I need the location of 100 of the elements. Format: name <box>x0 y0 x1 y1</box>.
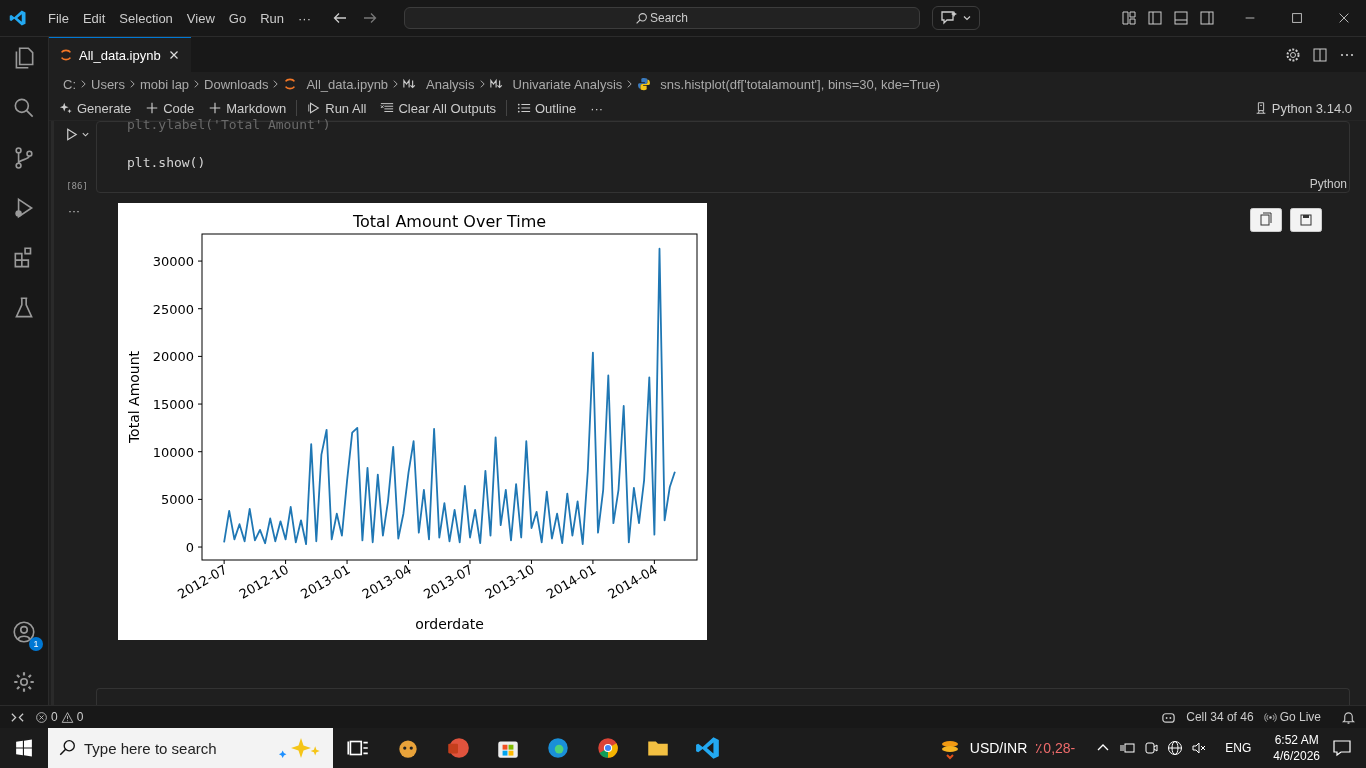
breadcrumb-item[interactable]: Downloads <box>204 76 269 92</box>
output-menu[interactable]: ··· <box>68 204 80 218</box>
chat-sparkle-icon <box>940 10 958 26</box>
toolbar-button[interactable]: Outline <box>517 100 577 116</box>
editor-tab[interactable]: All_data.ipynb <box>49 36 191 73</box>
browser-icon[interactable] <box>595 735 621 761</box>
browser-icon[interactable] <box>545 735 571 761</box>
toolbar-button[interactable]: Code <box>145 100 195 116</box>
split-editor-icon[interactable] <box>1312 46 1328 63</box>
y-tick-label: 0 <box>185 540 194 556</box>
notifications-icon[interactable] <box>1332 738 1352 758</box>
execution-count: [86] <box>66 181 88 191</box>
plus-icon <box>145 101 160 115</box>
code-cell[interactable]: plt.ylabel('Total Amount') plt.show() Python <box>96 121 1350 193</box>
toolbar-button[interactable]: Run All <box>307 100 367 116</box>
y-tick-label: 10000 <box>152 444 194 460</box>
chat-button[interactable] <box>932 6 980 30</box>
cell-position[interactable]: Cell 34 of 46 <box>1186 710 1254 724</box>
menu-item[interactable]: Selection <box>112 10 180 26</box>
clock-time[interactable]: 6:52 AM <box>1274 732 1319 748</box>
chevron-icon <box>193 79 201 89</box>
currency-change: ٪0,28- <box>1035 740 1076 756</box>
sparkle-icon <box>59 101 73 115</box>
menu-item[interactable]: File <box>41 10 76 26</box>
close-icon[interactable] <box>1337 11 1351 25</box>
notebook-icon <box>283 77 298 91</box>
input-language[interactable]: ENG <box>1225 741 1252 755</box>
warning-icon <box>60 710 74 724</box>
breadcrumb-item[interactable]: sns.histplot(df['totalamount'], bins=30, kde=True) <box>637 76 941 92</box>
forward-arrow-icon[interactable] <box>362 10 378 26</box>
caret-icon <box>962 13 972 23</box>
bell-icon[interactable] <box>1341 709 1356 725</box>
account-icon[interactable] <box>11 619 37 645</box>
run-icon <box>307 101 322 115</box>
settings-icon[interactable] <box>1285 46 1301 63</box>
menu-item[interactable]: Go <box>221 10 254 26</box>
chevron-icon <box>128 79 136 89</box>
chevron-icon[interactable] <box>81 130 90 139</box>
chevron-icon <box>272 79 280 89</box>
breadcrumb-item[interactable]: Analysis <box>403 76 475 92</box>
menu-item[interactable]: Edit <box>75 10 113 26</box>
search-field[interactable]: Search <box>404 7 920 29</box>
problems-status[interactable]: 0 0 <box>35 710 84 724</box>
back-arrow-icon[interactable] <box>332 10 348 26</box>
save-icon[interactable] <box>1290 208 1322 232</box>
breadcrumb-item[interactable]: C: <box>63 76 76 92</box>
run-cell-icon[interactable] <box>64 127 79 142</box>
toolbar-button[interactable]: Clear All Outputs <box>380 100 496 116</box>
toolbar-button[interactable]: Generate <box>59 100 132 116</box>
y-tick-label: 20000 <box>152 349 194 365</box>
clear-icon <box>380 101 395 115</box>
sidebar-toggle-icon[interactable] <box>1147 10 1163 26</box>
markdown-icon <box>489 77 504 91</box>
currency-pair[interactable]: USD/INR <box>969 740 1028 756</box>
presentation-app-icon[interactable] <box>445 735 471 761</box>
list-icon <box>517 101 531 115</box>
breadcrumb-item[interactable]: All_data.ipynb <box>283 76 389 92</box>
python-icon <box>637 77 652 91</box>
x-axis-label: orderdate <box>415 616 484 632</box>
toolbar-button[interactable]: Markdown <box>208 100 287 116</box>
go-live-button[interactable]: Go Live <box>1263 710 1321 724</box>
menu-item[interactable]: Run <box>253 10 291 26</box>
chart-title: Total Amount Over Time <box>352 212 547 231</box>
markdown-icon <box>403 77 418 91</box>
chevron-icon <box>392 79 400 89</box>
broadcast-icon <box>1263 710 1277 724</box>
y-tick-label: 30000 <box>152 254 194 270</box>
app-logo-icon <box>9 9 27 27</box>
chevron-icon <box>478 79 486 89</box>
breadcrumb-item[interactable]: Univariate Analysis <box>489 76 623 92</box>
y-tick-label: 25000 <box>152 301 194 317</box>
breadcrumb-item[interactable]: mobi lap <box>139 76 190 92</box>
globe-icon[interactable] <box>1167 740 1184 756</box>
panel-toggle-icon[interactable] <box>1173 10 1189 26</box>
y-tick-label: 5000 <box>160 492 194 508</box>
chevron-icon <box>626 79 634 89</box>
clock-date[interactable]: 4/6/2026 <box>1273 748 1320 764</box>
taskbar-search-field[interactable]: Type here to search <box>48 728 333 768</box>
language-label[interactable]: Python <box>1309 177 1347 191</box>
chevron-icon <box>80 79 87 89</box>
y-tick-label: 15000 <box>152 397 194 413</box>
code-editor-icon[interactable] <box>695 735 721 761</box>
speaker-muted-icon[interactable] <box>1191 740 1208 756</box>
notification-badge: 1 <box>29 637 43 651</box>
maximize-icon[interactable] <box>1290 11 1304 25</box>
menu-item[interactable]: View <box>179 10 222 26</box>
y-axis-label: Total Amount <box>126 350 142 444</box>
breadcrumb-item[interactable]: Users <box>91 76 125 92</box>
copy-icon[interactable] <box>1250 208 1282 232</box>
plus-icon <box>208 101 223 115</box>
notebook-icon <box>59 48 73 62</box>
toolbar-button[interactable]: ··· <box>590 100 604 116</box>
settings-icon[interactable] <box>11 669 37 695</box>
kernel-picker[interactable]: Python 3.14.0 <box>1253 100 1352 116</box>
menu-item[interactable]: ··· <box>291 10 318 26</box>
camera-icon[interactable] <box>1143 740 1160 756</box>
layout-icon[interactable] <box>1121 10 1137 26</box>
secondary-sidebar-icon[interactable] <box>1199 10 1215 26</box>
error-icon <box>35 710 48 724</box>
windows-start-icon[interactable] <box>15 739 33 757</box>
